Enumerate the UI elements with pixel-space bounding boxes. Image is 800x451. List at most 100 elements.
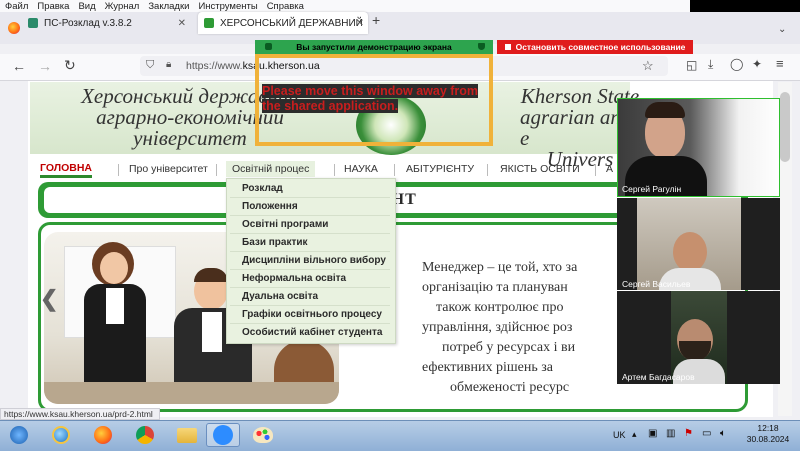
nav-quality[interactable]: ЯКІСТЬ ОСВІТИ (500, 161, 580, 177)
clock[interactable]: 12:18 30.08.2024 (740, 423, 796, 445)
folder-icon[interactable] (170, 423, 204, 447)
dropdown-divider (230, 323, 390, 324)
nav-divider (216, 164, 217, 176)
dropdown-item-programs[interactable]: Освітні програми (242, 219, 328, 230)
volume-icon[interactable]: 🔈︎ (720, 428, 726, 439)
clock-date: 30.08.2024 (746, 434, 790, 444)
menu-view[interactable]: Вид (78, 1, 95, 12)
text-line: обмеженості ресурс (450, 380, 570, 395)
menu-help[interactable]: Справка (267, 1, 304, 12)
dropdown-item-practice-bases[interactable]: Бази практик (242, 237, 308, 248)
table (44, 382, 339, 404)
share-warning-text: Please move this window away from the sh… (262, 84, 490, 114)
participant-name: Сергей Рагулін (622, 184, 682, 194)
stop-share-label: Остановить совместное использование (515, 42, 686, 52)
participant-tile[interactable] (617, 198, 780, 290)
tab-title: ХЕРСОНСЬКИЙ ДЕРЖАВНИЙ (220, 17, 363, 29)
clock-time: 12:18 (757, 423, 779, 433)
zoom-icon[interactable] (206, 423, 240, 447)
forward-icon[interactable]: → (38, 58, 52, 74)
nav-about[interactable]: Про університет (129, 161, 208, 177)
chevron-left-icon[interactable]: ❮ (40, 286, 58, 312)
notification-icon[interactable]: ⚑ (684, 428, 693, 439)
tab-university[interactable]: ХЕРСОНСЬКИЙ ДЕРЖАВНИЙ ✕ (198, 12, 368, 34)
lock-icon[interactable]: 🔒︎ (166, 59, 171, 70)
monitor-icon[interactable]: ▭ (702, 428, 711, 439)
dropdown-item-schedules[interactable]: Графіки освітнього процесу (242, 309, 382, 320)
dropdown-divider (230, 215, 390, 216)
text-line: організацію та плануван (422, 280, 568, 295)
share-status-text: Вы запустили демонстрацию экрана (296, 42, 452, 52)
menubar: Файл Правка Вид Журнал Закладки Инструме… (0, 0, 800, 12)
scrollbar-thumb[interactable] (780, 92, 790, 162)
woman-face (100, 252, 128, 284)
intro-text: Менеджер – це той, хто за організацію та… (422, 258, 622, 398)
schedule-favicon-icon (28, 18, 38, 28)
paint-icon[interactable] (246, 423, 280, 447)
tray-expand-icon[interactable]: ▴ (632, 429, 637, 440)
ie-icon[interactable] (44, 423, 78, 447)
nav-divider (487, 164, 488, 176)
dropdown-divider (230, 305, 390, 306)
nav-home[interactable]: ГОЛОВНА (40, 161, 93, 178)
tab-schedule[interactable]: ПС-Розклад v.3.8.2 ✕ (28, 12, 190, 34)
menu-file[interactable]: Файл (5, 1, 28, 12)
nav-divider (595, 164, 596, 176)
close-icon[interactable]: ✕ (178, 18, 186, 29)
dropdown-divider (230, 269, 390, 270)
tab-title: ПС-Розклад v.3.8.2 (44, 17, 132, 29)
nav-divider (394, 164, 395, 176)
nav-divider (334, 164, 335, 176)
dropdown-item-schedule[interactable]: Розклад (242, 183, 283, 194)
participant-tile[interactable] (617, 98, 780, 197)
text-line: також контролює про (436, 300, 564, 315)
menu-icon[interactable]: ≡ (776, 56, 784, 71)
participant-name: Артем Багдасаров (622, 372, 695, 382)
url-prefix: https://www. (186, 60, 243, 72)
stop-icon (504, 44, 511, 50)
windows-start-icon[interactable] (2, 423, 36, 447)
new-tab-icon[interactable]: + (372, 12, 380, 28)
dropdown-item-informal[interactable]: Неформальна освіта (242, 273, 346, 284)
network-icon[interactable]: ▥ (666, 428, 675, 439)
nav-divider (118, 164, 119, 176)
participant-tile[interactable] (617, 291, 780, 384)
warning-message: Please move this window away from the sh… (262, 84, 479, 113)
language-indicator[interactable]: UK (613, 430, 626, 440)
nav-more[interactable]: А (606, 161, 613, 177)
dropdown-item-regulations[interactable]: Положення (242, 201, 298, 212)
dropdown-divider (230, 287, 390, 288)
shield-icon[interactable]: ⛉ (146, 59, 154, 72)
account-icon[interactable]: ◯ (730, 57, 743, 71)
status-url: https://www.ksau.kherson.ua/prd-2.html (0, 408, 160, 420)
nav-applicant[interactable]: АБІТУРІЄНТУ (406, 161, 474, 177)
pocket-icon[interactable]: ◱ (686, 58, 697, 72)
menu-bookmarks[interactable]: Закладки (148, 1, 189, 12)
firefox-icon[interactable] (86, 423, 120, 447)
close-icon[interactable]: ✕ (356, 18, 364, 29)
university-favicon-icon (204, 18, 214, 28)
nav-education[interactable]: Освітній процес (226, 161, 316, 177)
star-icon[interactable]: ☆ (642, 58, 654, 74)
chrome-icon[interactable] (128, 423, 162, 447)
reload-icon[interactable]: ↻ (64, 57, 76, 74)
dropdown-item-student-cabinet[interactable]: Особистий кабінет студента (242, 327, 382, 338)
menu-tools[interactable]: Инструменты (198, 1, 257, 12)
text-line: Менеджер – це той, хто за (422, 260, 578, 275)
man-hair (194, 268, 228, 282)
dropdown-item-dual[interactable]: Дуальна освіта (242, 291, 318, 302)
stop-share-button[interactable]: Остановить совместное использование (497, 40, 693, 54)
extensions-icon[interactable]: ✦ (752, 57, 762, 71)
tray-app-icon[interactable]: ▣ (648, 428, 657, 439)
back-icon[interactable]: ← (12, 58, 26, 74)
nav-science[interactable]: НАУКА (344, 161, 378, 177)
chevron-down-icon[interactable]: ⌄ (778, 24, 786, 35)
download-icon[interactable]: ⤓ (708, 57, 713, 72)
dropdown-item-electives[interactable]: Дисципліни вільного вибору (242, 255, 386, 266)
menu-edit[interactable]: Правка (37, 1, 69, 12)
participant-face (673, 232, 707, 272)
drag-handle-icon[interactable] (265, 43, 272, 50)
menu-history[interactable]: Журнал (105, 1, 140, 12)
firefox-icon[interactable] (8, 22, 20, 34)
participant-name: Сергей Васильев (622, 279, 691, 289)
